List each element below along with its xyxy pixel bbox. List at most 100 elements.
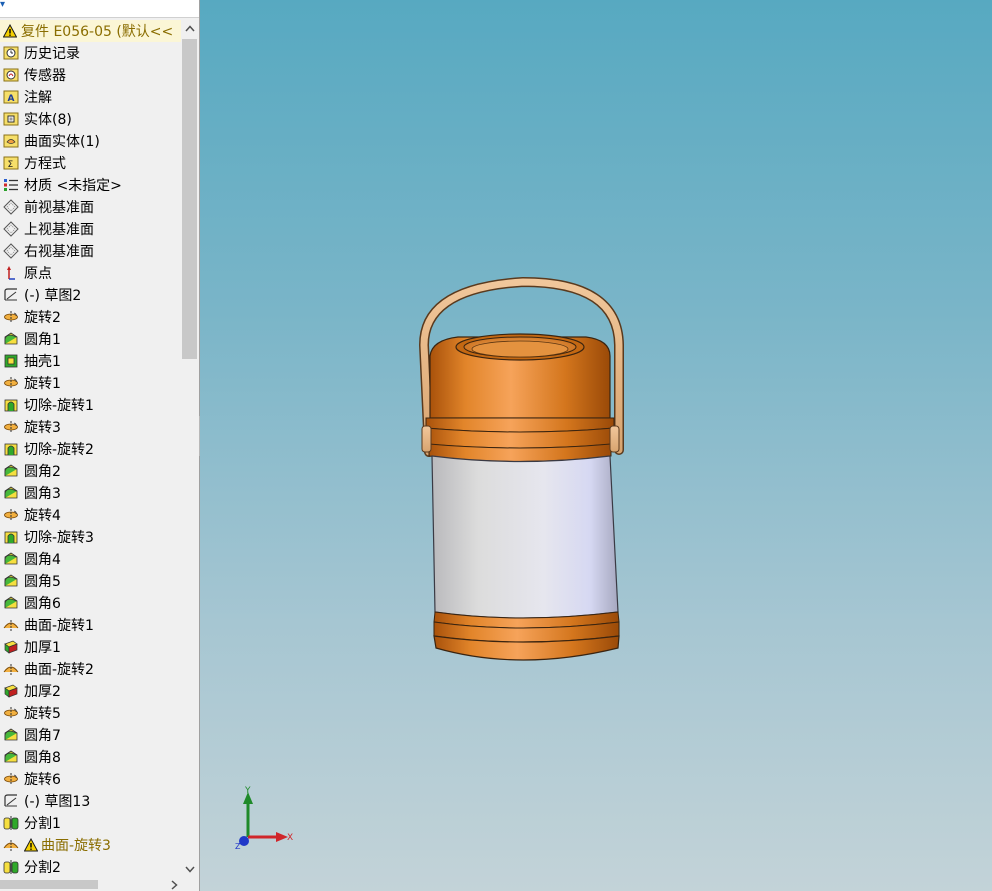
warning-icon [24, 838, 38, 852]
tree-item-label: 切除-旋转3 [24, 530, 94, 546]
tree-item[interactable]: 旋转1 [0, 372, 181, 394]
tree-item-label: 旋转4 [24, 508, 61, 524]
tree-item[interactable]: 曲面-旋转2 [0, 658, 181, 680]
horizontal-scroll-thumb[interactable] [0, 880, 98, 889]
tree-item[interactable]: 曲面-旋转3 [0, 834, 181, 856]
tree-item[interactable]: 圆角8 [0, 746, 181, 768]
tree-item-label: 分割1 [24, 816, 61, 832]
tree-item-label: 曲面-旋转3 [41, 838, 111, 854]
annotations-folder-icon: A [0, 89, 24, 105]
tree-item-label: 圆角1 [24, 332, 61, 348]
tree-item-label: 曲面-旋转2 [24, 662, 94, 678]
revolve-icon [0, 375, 24, 391]
fillet-icon [0, 727, 24, 743]
tree-item[interactable]: 材质 <未指定> [0, 174, 181, 196]
scroll-right-arrow-icon[interactable] [167, 878, 181, 891]
scroll-thumb[interactable] [182, 39, 197, 359]
tree-item[interactable]: 曲面实体(1) [0, 130, 181, 152]
thicken-icon [0, 639, 24, 655]
tree-item[interactable]: 旋转4 [0, 504, 181, 526]
z-axis-label: Z [235, 842, 241, 851]
tree-item-label: 曲面实体(1) [24, 134, 100, 150]
tree-item-label: 历史记录 [24, 46, 80, 62]
revolve-icon [0, 419, 24, 435]
tree-item[interactable]: 曲面-旋转1 [0, 614, 181, 636]
fillet-icon [0, 573, 24, 589]
tree-item[interactable]: 旋转2 [0, 306, 181, 328]
tree-item[interactable]: 圆角5 [0, 570, 181, 592]
tree-item[interactable]: 圆角2 [0, 460, 181, 482]
graphics-viewport[interactable]: Y X Z [200, 0, 992, 891]
tree-item[interactable]: (-) 草图13 [0, 790, 181, 812]
tree-item[interactable]: 分割2 [0, 856, 181, 878]
tree-item[interactable]: 圆角3 [0, 482, 181, 504]
fillet-icon [0, 595, 24, 611]
tree-root-label: 复件 E056-05 (默认<< [21, 24, 174, 40]
tree-item-label: 圆角3 [24, 486, 61, 502]
tree-item-label: 切除-旋转1 [24, 398, 94, 414]
fillet-icon [0, 749, 24, 765]
sensors-folder-icon [0, 67, 24, 83]
tree-item[interactable]: 旋转3 [0, 416, 181, 438]
sketch-icon [0, 793, 24, 809]
tree-item[interactable]: 加厚1 [0, 636, 181, 658]
tree-vertical-scrollbar[interactable] [181, 20, 198, 878]
surface-revolve-icon [0, 617, 24, 633]
tree-item[interactable]: 圆角4 [0, 548, 181, 570]
scroll-down-arrow-icon[interactable] [181, 861, 198, 878]
tree-item[interactable]: 传感器 [0, 64, 181, 86]
tree-item-label: 旋转2 [24, 310, 61, 326]
revolve-icon [0, 771, 24, 787]
tree-item[interactable]: Σ 方程式 [0, 152, 181, 174]
tree-item-label: 圆角5 [24, 574, 61, 590]
tree-item[interactable]: 实体(8) [0, 108, 181, 130]
revolve-icon [0, 309, 24, 325]
surface-revolve-icon [0, 661, 24, 677]
surface-bodies-folder-icon [0, 133, 24, 149]
tree-scroll-indicator-icon: ▾ [0, 0, 6, 10]
tree-item-label: 旋转6 [24, 772, 61, 788]
surface-revolve-icon [0, 837, 24, 853]
tree-item-label: 抽壳1 [24, 354, 61, 370]
tree-item[interactable]: (-) 草图2 [0, 284, 181, 306]
tree-item-label: 原点 [24, 266, 52, 282]
sketch-icon [0, 287, 24, 303]
tree-item[interactable]: 原点 [0, 262, 181, 284]
tree-item[interactable]: 旋转5 [0, 702, 181, 724]
tree-item[interactable]: 圆角6 [0, 592, 181, 614]
tree-item[interactable]: 右视基准面 [0, 240, 181, 262]
tree-item-label: (-) 草图2 [24, 288, 82, 304]
tree-item[interactable]: 加厚2 [0, 680, 181, 702]
thermos-jar-model[interactable] [200, 0, 992, 891]
split-icon [0, 815, 24, 831]
tree-item[interactable]: 历史记录 [0, 42, 181, 64]
tree-item[interactable]: 圆角1 [0, 328, 181, 350]
feature-tree-list: 历史记录传感器 A 注解 实体(8) 曲面实体(1) Σ 方程式 材质 <未指定> 前视基准面上… [0, 42, 181, 878]
tree-horizontal-scrollbar[interactable] [0, 878, 181, 891]
tree-item-label: 加厚2 [24, 684, 61, 700]
equations-folder-icon: Σ [0, 155, 24, 171]
fillet-icon [0, 485, 24, 501]
tree-item[interactable]: 切除-旋转2 [0, 438, 181, 460]
cut-revolve-icon [0, 529, 24, 545]
tree-item[interactable]: 抽壳1 [0, 350, 181, 372]
tree-item-label: 传感器 [24, 68, 66, 84]
feature-manager-tree-panel: ▾ 复件 E056-05 (默认<< 历史记录传感器 A 注解 实体(8) 曲面实体(1… [0, 0, 200, 891]
tree-item[interactable]: 切除-旋转3 [0, 526, 181, 548]
tree-item[interactable]: 圆角7 [0, 724, 181, 746]
cut-revolve-icon [0, 397, 24, 413]
z-axis-icon [239, 836, 249, 846]
tree-item-label: 切除-旋转2 [24, 442, 94, 458]
split-icon [0, 859, 24, 875]
reference-triad: Y X Z [235, 786, 293, 851]
tree-item[interactable]: 切除-旋转1 [0, 394, 181, 416]
tree-item[interactable]: 旋转6 [0, 768, 181, 790]
tree-item-label: 圆角8 [24, 750, 61, 766]
scroll-up-arrow-icon[interactable] [181, 20, 198, 37]
tree-item[interactable]: 分割1 [0, 812, 181, 834]
tree-item-label: 分割2 [24, 860, 61, 876]
tree-root-part[interactable]: 复件 E056-05 (默认<< [0, 20, 181, 42]
tree-item[interactable]: 前视基准面 [0, 196, 181, 218]
tree-item[interactable]: A 注解 [0, 86, 181, 108]
tree-item[interactable]: 上视基准面 [0, 218, 181, 240]
